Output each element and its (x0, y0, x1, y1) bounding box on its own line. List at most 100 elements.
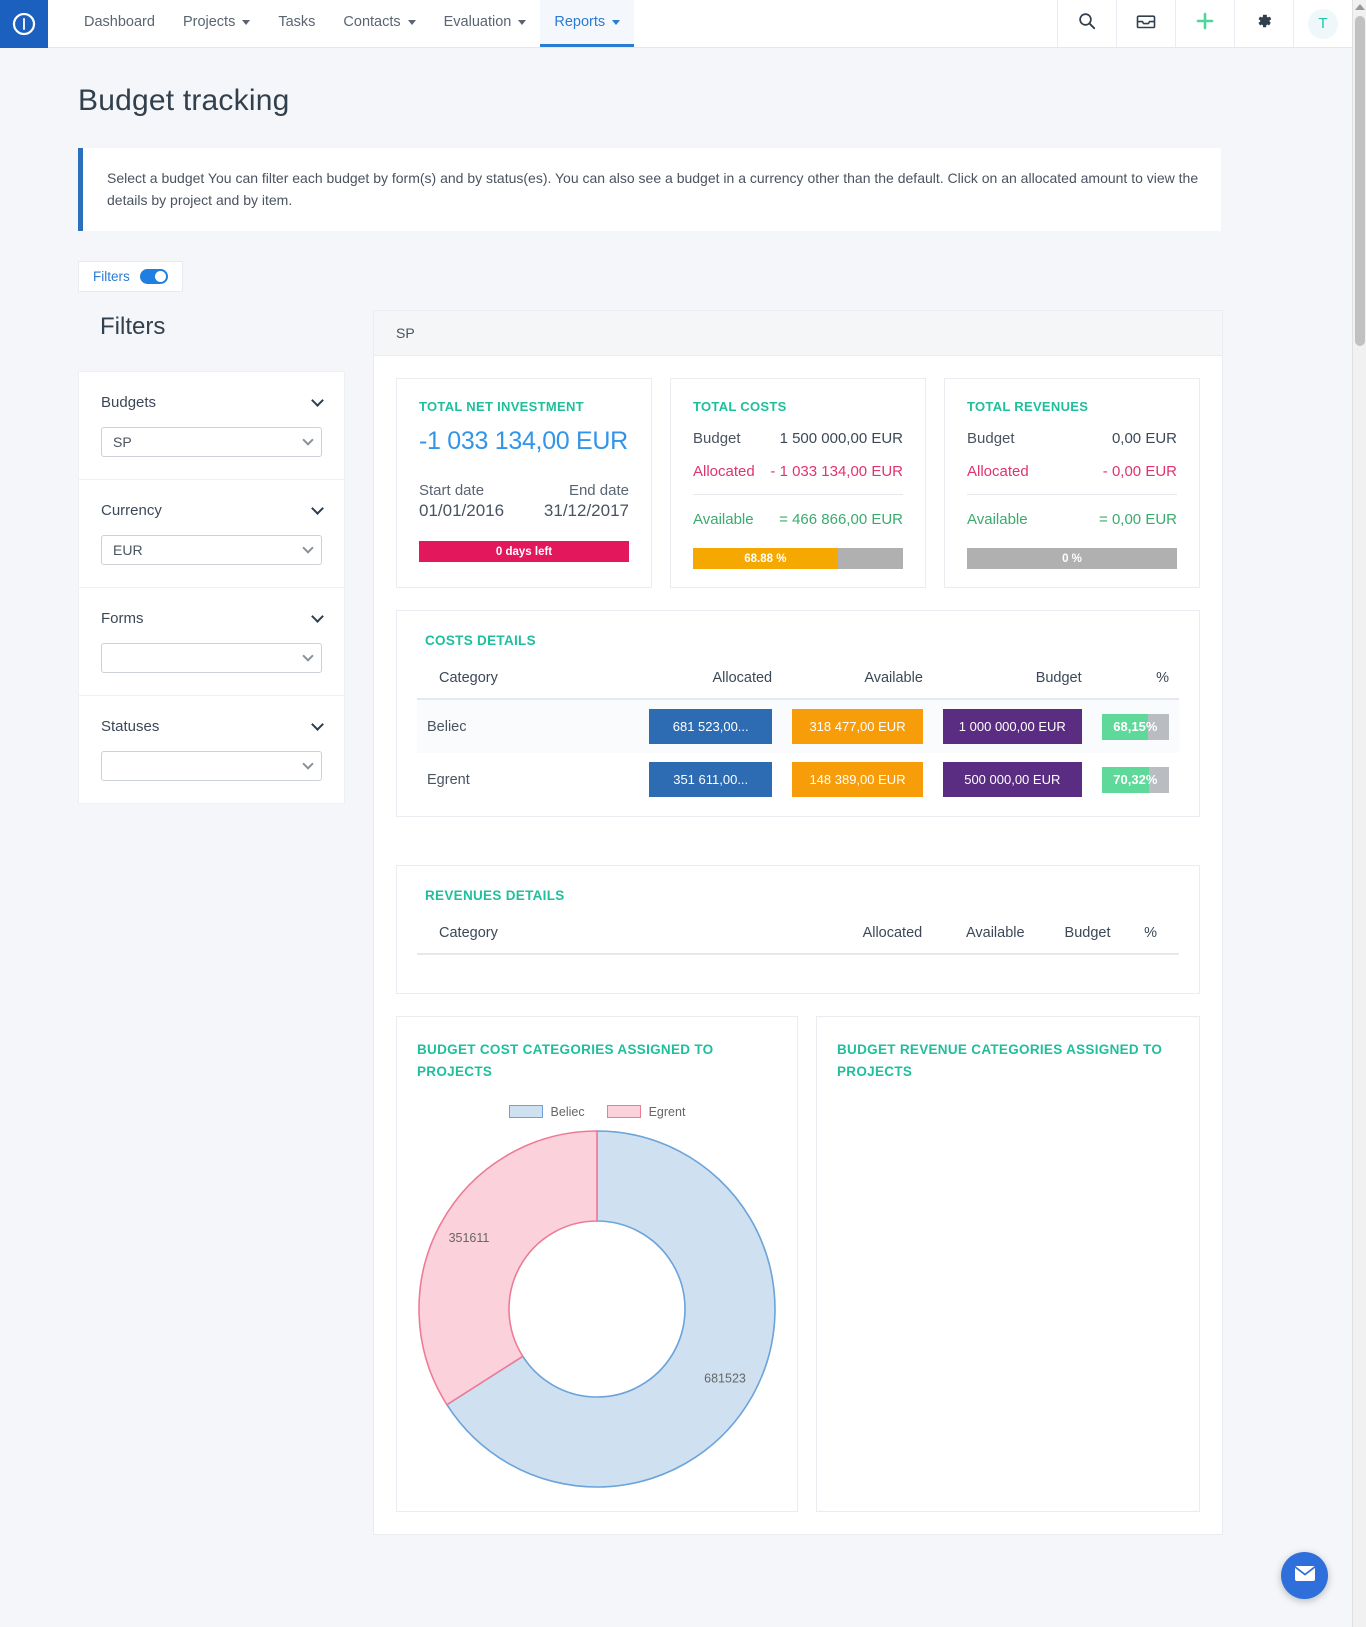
cell-budget-chip: 500 000,00 EUR (943, 762, 1082, 797)
forms-select[interactable] (101, 643, 322, 673)
revenues-available-value: = 0,00 EUR (1099, 511, 1177, 528)
scrollbar-thumb[interactable] (1355, 16, 1365, 346)
revenues-allocated-label: Allocated (967, 463, 1029, 480)
filters-toggle-label: Filters (93, 269, 130, 284)
app-logo-icon[interactable] (0, 0, 48, 48)
start-date-label: Start date (419, 482, 484, 499)
search-icon (1078, 12, 1096, 35)
filter-group-label: Budgets (101, 394, 156, 411)
filter-group-currency-header[interactable]: Currency (101, 502, 322, 519)
cell-allocated: 681 523,00... (639, 699, 782, 753)
percent-bar-label: 70,32% (1102, 767, 1169, 793)
costs-budget-label: Budget (693, 430, 741, 447)
revenues-budget-value: 0,00 EUR (1112, 430, 1177, 447)
donut-chart-svg[interactable]: 681523351611 (417, 1129, 777, 1489)
costs-available-label: Available (693, 511, 754, 528)
revenues-progress-bar: 0 % (967, 548, 1177, 569)
cell-allocated: 351 611,00... (639, 753, 782, 806)
filters-sidebar: Filters Budgets SP Currency (78, 310, 345, 804)
nav-item-label: Projects (183, 14, 235, 30)
nav-item-tasks[interactable]: Tasks (264, 0, 329, 47)
nav-item-reports[interactable]: Reports (540, 0, 634, 47)
costs-details-table: Category Allocated Available Budget % Be… (417, 670, 1179, 806)
panel-header: SP (374, 311, 1222, 356)
percent-bar-label: 68,15% (1102, 714, 1169, 740)
revenue-categories-chart-card: BUDGET REVENUE CATEGORIES ASSIGNED TO PR… (816, 1016, 1200, 1511)
filter-group-statuses-header[interactable]: Statuses (101, 718, 322, 735)
nav-item-projects[interactable]: Projects (169, 0, 264, 47)
filter-group-forms-header[interactable]: Forms (101, 610, 322, 627)
col-percent: % (1121, 925, 1180, 954)
toggle-knob (155, 271, 166, 282)
add-button[interactable] (1175, 0, 1234, 47)
page-title: Budget tracking (0, 48, 1352, 118)
chat-support-button[interactable] (1281, 1552, 1328, 1599)
cell-available: 148 389,00 EUR (782, 753, 933, 806)
budgets-select[interactable]: SP (101, 427, 322, 457)
revenues-available-label: Available (967, 511, 1028, 528)
revenues-budget-label: Budget (967, 430, 1015, 447)
donut-slice-value-label: 351611 (449, 1231, 490, 1245)
kpi-cards-row: TOTAL NET INVESTMENT -1 033 134,00 EUR S… (396, 378, 1200, 588)
filters-toggle-switch[interactable] (140, 269, 168, 284)
cell-budget-chip: 1 000 000,00 EUR (943, 709, 1082, 744)
kpi-date-labels: Start date End date (419, 482, 629, 499)
col-allocated: Allocated (828, 925, 932, 954)
budget-panel: SP TOTAL NET INVESTMENT -1 033 134,00 EU… (373, 310, 1223, 1534)
percent-bar: 70,32% (1102, 767, 1169, 793)
donut-chart[interactable]: 681523351611 (417, 1129, 777, 1489)
chevron-down-icon (311, 502, 324, 515)
budgets-select-value: SP (113, 434, 132, 450)
legend-item[interactable]: Egrent (607, 1105, 686, 1119)
revenues-details-head: Category Allocated Available Budget % (417, 925, 1179, 954)
donut-slice-egrent[interactable] (419, 1131, 597, 1405)
nav-item-label: Contacts (343, 14, 400, 30)
filter-group-label: Statuses (101, 718, 159, 735)
filter-group-budgets-header[interactable]: Budgets (101, 394, 322, 411)
user-menu-button[interactable]: T (1293, 0, 1352, 47)
legend-item[interactable]: Beliec (509, 1105, 585, 1119)
gear-icon (1255, 12, 1273, 35)
cell-category: Egrent (417, 753, 639, 806)
col-available: Available (782, 670, 933, 699)
table-header-row: Category Allocated Available Budget % (417, 670, 1179, 699)
nav-item-contacts[interactable]: Contacts (329, 0, 429, 47)
revenues-allocated-value[interactable]: - 0,00 EUR (1103, 463, 1177, 480)
nav-item-evaluation[interactable]: Evaluation (430, 0, 541, 47)
revenues-progress-bar-label: 0 % (967, 548, 1177, 569)
scroll-up-arrow-icon[interactable] (1355, 4, 1365, 10)
revenue-chart-title: BUDGET REVENUE CATEGORIES ASSIGNED TO PR… (837, 1039, 1179, 1082)
percent-bar: 68,15% (1102, 714, 1169, 740)
panel-body: TOTAL NET INVESTMENT -1 033 134,00 EUR S… (374, 356, 1222, 1533)
col-budget: Budget (933, 670, 1092, 699)
costs-allocated-value[interactable]: - 1 033 134,00 EUR (770, 463, 903, 480)
page-scrollbar[interactable] (1352, 0, 1366, 1627)
cell-allocated-chip[interactable]: 351 611,00... (649, 762, 772, 797)
cell-percent: 70,32% (1092, 753, 1179, 806)
chevron-down-icon (311, 718, 324, 731)
currency-select-value: EUR (113, 542, 143, 558)
chevron-down-icon (408, 20, 416, 25)
costs-allocated-label: Allocated (693, 463, 755, 480)
settings-button[interactable] (1234, 0, 1293, 47)
avatar: T (1308, 9, 1338, 39)
revenues-allocated-row: Allocated - 0,00 EUR (967, 463, 1177, 480)
days-left-bar-label: 0 days left (419, 541, 629, 562)
nav-item-dashboard[interactable]: Dashboard (70, 0, 169, 47)
currency-select[interactable]: EUR (101, 535, 322, 565)
col-category: Category (417, 925, 828, 954)
filters-toggle[interactable]: Filters (78, 261, 183, 292)
costs-progress-bar: 68.88 % (693, 548, 903, 569)
panel-header-label: SP (396, 325, 415, 341)
search-button[interactable] (1057, 0, 1116, 47)
days-left-bar: 0 days left (419, 541, 629, 562)
filter-group-currency: Currency EUR (79, 480, 344, 588)
kpi-title: TOTAL NET INVESTMENT (419, 399, 629, 414)
nav-item-label: Reports (554, 14, 605, 30)
statuses-select[interactable] (101, 751, 322, 781)
col-available: Available (932, 925, 1034, 954)
filter-group-label: Currency (101, 502, 162, 519)
revenues-details-card: REVENUES DETAILS Category Allocated Avai… (396, 865, 1200, 994)
inbox-button[interactable] (1116, 0, 1175, 47)
cell-allocated-chip[interactable]: 681 523,00... (649, 709, 772, 744)
